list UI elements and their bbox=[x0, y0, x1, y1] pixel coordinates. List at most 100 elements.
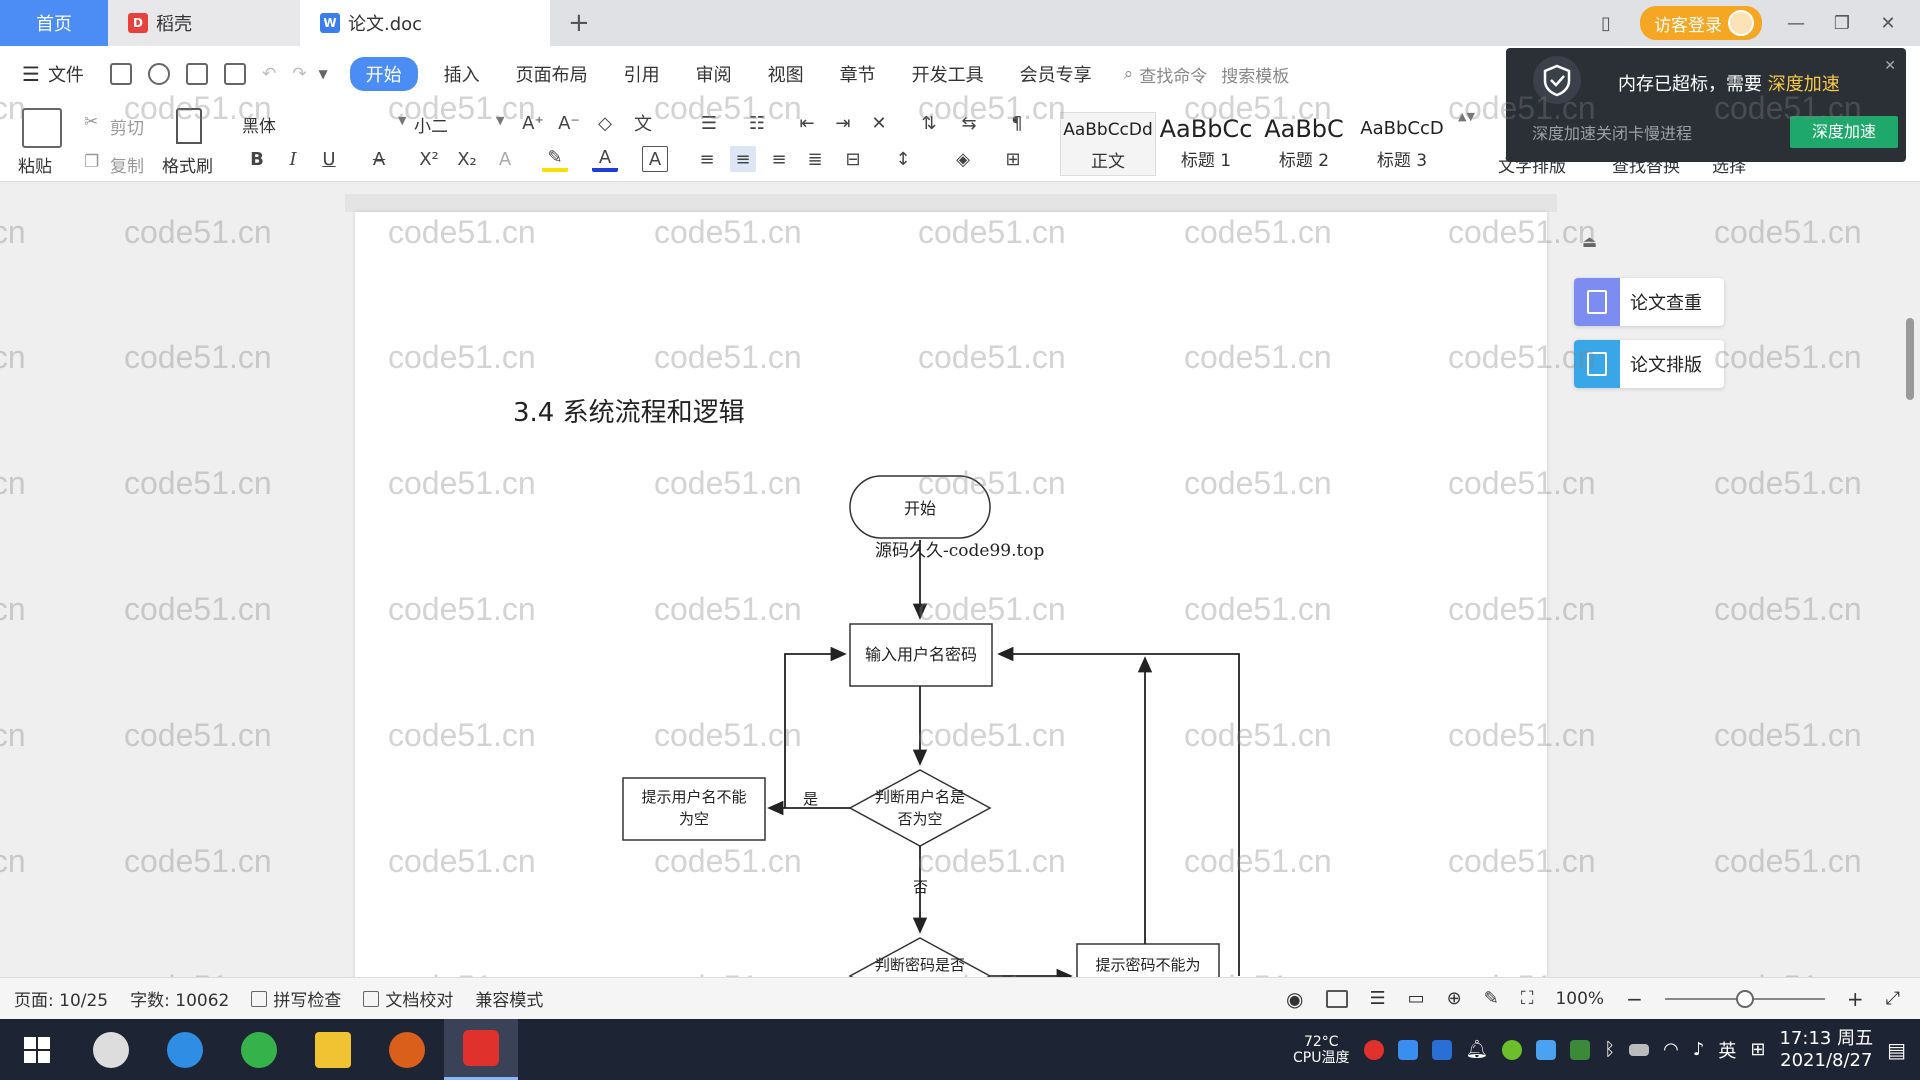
text-direction-icon[interactable]: ⇆ bbox=[956, 110, 982, 136]
tray-bell-icon[interactable]: 🔔︎ bbox=[1466, 1039, 1489, 1060]
align-right-icon[interactable]: ≡ bbox=[766, 146, 792, 172]
menu-home[interactable]: 开始 bbox=[349, 57, 418, 91]
login-button[interactable]: 访客登录 bbox=[1640, 6, 1762, 40]
align-left-icon[interactable]: ≡ bbox=[694, 146, 720, 172]
notification-center-icon[interactable]: ▤ bbox=[1887, 1038, 1906, 1062]
font-dropdown-icon[interactable]: ▼ bbox=[398, 114, 406, 127]
copy-button[interactable]: 复制 bbox=[110, 152, 144, 177]
menu-chapter[interactable]: 章节 bbox=[822, 61, 894, 87]
superscript-button[interactable]: X² bbox=[416, 146, 442, 172]
outline-view-icon[interactable]: ☰ bbox=[1370, 988, 1386, 1009]
page-indicator[interactable]: 页面: 10/25 bbox=[14, 986, 108, 1011]
print-preview-icon[interactable] bbox=[223, 63, 246, 85]
sort-icon[interactable]: ⇅ bbox=[916, 110, 942, 136]
clock[interactable]: 17:13 周五 2021/8/27 bbox=[1779, 1028, 1873, 1072]
vertical-scrollbar[interactable] bbox=[1898, 182, 1920, 977]
menu-view[interactable]: 视图 bbox=[750, 61, 822, 87]
menu-developer[interactable]: 开发工具 bbox=[894, 61, 1002, 87]
search-template[interactable]: 搜索模板 bbox=[1221, 62, 1289, 87]
style-heading-1[interactable]: AaBbCc 标题 1 bbox=[1158, 112, 1254, 176]
taskbar-browser[interactable] bbox=[222, 1019, 296, 1080]
highlight-button[interactable]: ✎ bbox=[542, 146, 568, 172]
volume-icon[interactable]: ♪ bbox=[1693, 1039, 1705, 1060]
increase-indent-icon[interactable]: ⇥ bbox=[830, 110, 856, 136]
subscript-button[interactable]: X₂ bbox=[454, 146, 480, 172]
decrease-indent-icon[interactable]: ⇤ bbox=[794, 110, 820, 136]
taskbar-wps[interactable] bbox=[444, 1019, 518, 1080]
new-tab-button[interactable]: + bbox=[550, 0, 608, 46]
justify-icon[interactable]: ≣ bbox=[802, 146, 828, 172]
zoom-level[interactable]: 100% bbox=[1555, 989, 1604, 1009]
italic-button[interactable]: I bbox=[280, 146, 306, 172]
bold-button[interactable]: B bbox=[244, 146, 270, 172]
distribute-icon[interactable]: ⊟ bbox=[840, 146, 866, 172]
zoom-in-icon[interactable]: + bbox=[1847, 987, 1864, 1011]
fullscreen-icon[interactable]: ⤢ bbox=[1886, 988, 1900, 1009]
style-heading-3[interactable]: AaBbCcD 标题 3 bbox=[1354, 112, 1450, 176]
font-size-select[interactable]: 小二 bbox=[414, 112, 448, 137]
numbered-list-icon[interactable]: ☷ bbox=[744, 110, 770, 136]
menu-insert[interactable]: 插入 bbox=[426, 61, 498, 87]
strikethrough-button[interactable]: A bbox=[366, 146, 392, 172]
quick-access-dropdown-icon[interactable]: ▼ bbox=[318, 67, 327, 81]
align-center-icon[interactable]: ≡ bbox=[730, 146, 756, 172]
char-border-button[interactable]: A bbox=[642, 146, 668, 172]
redo-icon[interactable]: ↷ bbox=[292, 64, 306, 84]
collapse-panel-icon[interactable]: ⏏ bbox=[1582, 232, 1597, 251]
eye-protection-icon[interactable]: ◉ bbox=[1286, 987, 1303, 1011]
bullet-list-icon[interactable]: ☰ bbox=[696, 110, 722, 136]
page-view-icon[interactable] bbox=[1325, 989, 1348, 1008]
format-painter-icon[interactable] bbox=[176, 108, 202, 144]
notification-close-icon[interactable]: ✕ bbox=[1884, 58, 1896, 74]
paper-check-button[interactable]: 论文查重 bbox=[1574, 278, 1724, 326]
font-color-button[interactable]: A bbox=[592, 146, 618, 172]
shrink-font-icon[interactable]: A⁻ bbox=[556, 110, 582, 136]
share-icon[interactable] bbox=[147, 63, 170, 85]
taskbar-fan-app[interactable] bbox=[74, 1019, 148, 1080]
tab-home[interactable]: 首页 bbox=[0, 0, 108, 46]
pen-icon[interactable]: ✎ bbox=[1484, 988, 1499, 1009]
zoom-slider-knob[interactable] bbox=[1735, 989, 1754, 1008]
save-icon[interactable] bbox=[109, 63, 132, 85]
print-icon[interactable] bbox=[185, 63, 208, 85]
tray-network-app-icon[interactable] bbox=[1397, 1039, 1418, 1060]
grow-font-icon[interactable]: A⁺ bbox=[520, 110, 546, 136]
paper-layout-button[interactable]: 论文排版 bbox=[1574, 340, 1724, 388]
text-effect-button[interactable]: A bbox=[492, 146, 518, 172]
scrollbar-thumb[interactable] bbox=[1906, 318, 1914, 400]
battery-icon[interactable] bbox=[1629, 1043, 1650, 1056]
tray-settings-icon[interactable] bbox=[1536, 1039, 1557, 1060]
word-count[interactable]: 字数: 10062 bbox=[130, 986, 229, 1011]
start-button[interactable] bbox=[0, 1019, 74, 1080]
taskbar-ie[interactable] bbox=[148, 1019, 222, 1080]
ime-grid-icon[interactable]: ⊞ bbox=[1750, 1039, 1765, 1060]
copy-icon[interactable]: ❐ bbox=[84, 152, 99, 172]
paste-icon[interactable] bbox=[22, 108, 62, 148]
chinese-layout-icon[interactable]: ✕ bbox=[866, 110, 892, 136]
underline-button[interactable]: U bbox=[316, 146, 342, 172]
spell-check[interactable]: 拼写检查 bbox=[251, 986, 341, 1011]
fit-page-icon[interactable]: ⛶ bbox=[1521, 988, 1534, 1009]
hamburger-icon[interactable]: ☰ bbox=[22, 62, 40, 86]
style-heading-2[interactable]: AaBbC 标题 2 bbox=[1256, 112, 1352, 176]
search-command[interactable]: ⌕ 查找命令 bbox=[1124, 62, 1208, 87]
taskbar-monkey-app[interactable] bbox=[370, 1019, 444, 1080]
undo-icon[interactable]: ↶ bbox=[262, 64, 276, 84]
menu-review[interactable]: 审阅 bbox=[678, 61, 750, 87]
shading-icon[interactable]: ◈ bbox=[950, 146, 976, 172]
ime-language[interactable]: 英 bbox=[1718, 1037, 1736, 1063]
wifi-icon[interactable]: ◠ bbox=[1663, 1039, 1679, 1060]
minimize-icon[interactable]: — bbox=[1784, 13, 1808, 34]
menu-page-layout[interactable]: 页面布局 bbox=[498, 61, 606, 87]
tray-app-icon[interactable] bbox=[1363, 1039, 1384, 1060]
font-family-select[interactable]: 黑体 bbox=[242, 112, 412, 137]
menu-vip[interactable]: 会员专享 bbox=[1002, 61, 1110, 87]
menu-file[interactable]: 文件 bbox=[48, 61, 102, 87]
web-view-icon[interactable]: ⊕ bbox=[1447, 988, 1462, 1009]
cpu-temp[interactable]: 72°C CPU温度 bbox=[1293, 1034, 1349, 1066]
doc-proofread[interactable]: 文档校对 bbox=[363, 986, 453, 1011]
read-view-icon[interactable]: ▭ bbox=[1408, 988, 1425, 1009]
line-spacing-icon[interactable]: ↕ bbox=[890, 146, 916, 172]
tab-document[interactable]: W 论文.doc bbox=[300, 0, 550, 46]
tray-nvidia-icon[interactable] bbox=[1570, 1039, 1591, 1060]
